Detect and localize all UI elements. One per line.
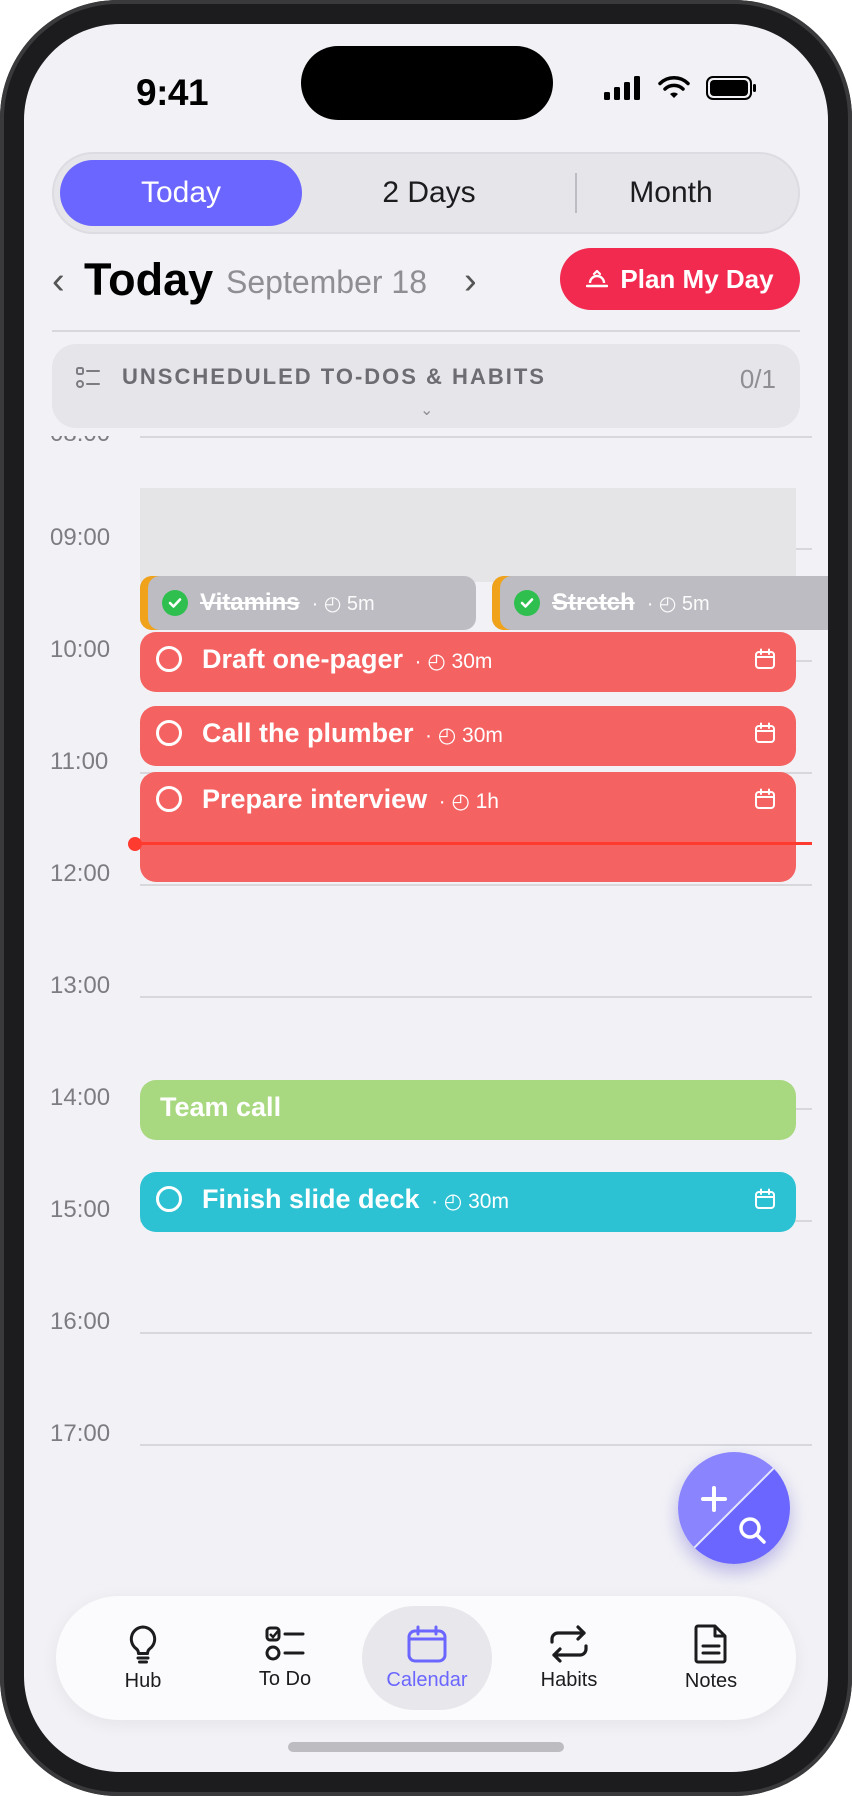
event-duration: · ◴ 30m bbox=[414, 650, 493, 673]
tab-hub[interactable]: Hub bbox=[78, 1606, 208, 1710]
status-icons bbox=[604, 76, 758, 100]
event-finish-slide-deck[interactable]: Finish slide deck · ◴ 30m bbox=[140, 1172, 796, 1232]
event-draft-one-pager[interactable]: Draft one-pager · ◴ 30m bbox=[140, 632, 796, 692]
battery-icon bbox=[706, 76, 756, 100]
bottom-tab-bar: Hub To Do Calendar Habits Notes bbox=[56, 1596, 796, 1720]
habit-name: Vitamins bbox=[200, 589, 300, 616]
next-day-button[interactable]: › bbox=[464, 260, 477, 303]
page-title: Today bbox=[84, 254, 214, 305]
repeat-icon bbox=[550, 1624, 588, 1663]
checklist-icon bbox=[265, 1626, 305, 1660]
plan-my-day-button[interactable]: Plan My Day bbox=[560, 248, 800, 310]
complete-circle-icon[interactable] bbox=[156, 720, 182, 746]
habit-name: Stretch bbox=[552, 589, 635, 616]
complete-circle-icon[interactable] bbox=[156, 786, 182, 812]
screen: 9:41 Today 2 Days Month ‹ Today Septembe… bbox=[24, 24, 828, 1772]
checklist-icon bbox=[76, 367, 100, 388]
hour-label: 16:00 bbox=[50, 1308, 111, 1335]
tab-hub-label: Hub bbox=[124, 1669, 162, 1692]
event-duration: · ◴ 30m bbox=[431, 1190, 509, 1213]
hour-row: 08:00 bbox=[24, 436, 828, 447]
hour-label: 15:00 bbox=[50, 1196, 111, 1223]
date-header: ‹ Today September 18 › Plan My Day bbox=[52, 248, 800, 314]
event-duration: · ◴ 30m bbox=[425, 724, 503, 747]
event-title: Finish slide deck bbox=[202, 1184, 420, 1214]
calendar-icon bbox=[755, 648, 775, 669]
habit-duration: · ◴ 5m bbox=[646, 592, 710, 615]
hour-label: 12:00 bbox=[50, 860, 111, 887]
tab-todo-label: To Do bbox=[258, 1667, 312, 1690]
tab-habits-label: Habits bbox=[540, 1668, 598, 1691]
wifi-icon bbox=[658, 76, 690, 98]
hour-label: 11:00 bbox=[50, 748, 109, 775]
event-duration: · ◴ 1h bbox=[438, 790, 499, 813]
event-title: Call the plumber bbox=[202, 718, 414, 748]
unscheduled-title: UNSCHEDULED TO-DOS & HABITS bbox=[122, 364, 546, 389]
habit-card-vitamins[interactable]: Vitamins · ◴ 5m bbox=[140, 576, 476, 630]
hour-row: 12:00 bbox=[24, 860, 828, 887]
calendar-icon bbox=[755, 1188, 775, 1209]
add-search-fab[interactable] bbox=[678, 1452, 790, 1564]
unscheduled-panel[interactable]: UNSCHEDULED TO-DOS & HABITS 0/1 ⌄ bbox=[52, 344, 800, 428]
hour-label: 13:00 bbox=[50, 972, 111, 999]
complete-circle-icon[interactable] bbox=[156, 1186, 182, 1212]
note-icon bbox=[694, 1624, 727, 1663]
check-icon[interactable] bbox=[514, 590, 540, 616]
expand-chevron-icon[interactable]: ⌄ bbox=[420, 400, 433, 420]
busy-block bbox=[140, 488, 796, 582]
calendar-icon bbox=[755, 722, 775, 743]
tab-todo[interactable]: To Do bbox=[220, 1606, 350, 1710]
tab-2-days[interactable]: 2 Days bbox=[306, 160, 552, 226]
dynamic-island bbox=[301, 46, 553, 120]
view-switcher: Today 2 Days Month bbox=[52, 152, 800, 234]
lightbulb-icon bbox=[129, 1625, 157, 1663]
tab-calendar-label: Calendar bbox=[386, 1668, 468, 1691]
event-prepare-interview[interactable]: Prepare interview · ◴ 1h bbox=[140, 772, 796, 882]
hour-row: 16:00 bbox=[24, 1308, 828, 1335]
hour-label: 09:00 bbox=[50, 524, 111, 551]
tab-habits[interactable]: Habits bbox=[504, 1606, 634, 1710]
tab-notes-label: Notes bbox=[684, 1669, 738, 1692]
event-title: Draft one-pager bbox=[202, 644, 404, 674]
hour-row: 13:00 bbox=[24, 972, 828, 999]
event-team-call[interactable]: Team call bbox=[140, 1080, 796, 1140]
unscheduled-count: 0/1 bbox=[739, 364, 776, 394]
event-call-the-plumber[interactable]: Call the plumber · ◴ 30m bbox=[140, 706, 796, 766]
hour-label: 08:00 bbox=[50, 436, 132, 448]
current-date: September 18 bbox=[226, 264, 428, 300]
sunrise-icon bbox=[586, 269, 609, 288]
calendar-icon bbox=[755, 788, 775, 809]
habit-duration: · ◴ 5m bbox=[311, 592, 375, 615]
tab-calendar[interactable]: Calendar bbox=[362, 1606, 492, 1710]
hour-label: 17:00 bbox=[50, 1420, 111, 1447]
home-indicator bbox=[288, 1742, 564, 1752]
prev-day-button[interactable]: ‹ bbox=[52, 260, 65, 303]
tab-today[interactable]: Today bbox=[60, 160, 302, 226]
tab-notes[interactable]: Notes bbox=[646, 1606, 776, 1710]
tab-month[interactable]: Month bbox=[550, 160, 792, 226]
current-time-line bbox=[140, 842, 812, 845]
event-title: Prepare interview bbox=[202, 784, 428, 814]
event-title: Team call bbox=[160, 1092, 282, 1122]
hour-label: 14:00 bbox=[50, 1084, 111, 1111]
check-icon[interactable] bbox=[162, 590, 188, 616]
header-divider bbox=[52, 330, 800, 332]
phone-frame: 9:41 Today 2 Days Month ‹ Today Septembe… bbox=[0, 0, 852, 1796]
habit-card-stretch[interactable]: Stretch · ◴ 5m bbox=[492, 576, 828, 630]
day-timeline[interactable]: 08:00 09:00 10:00 11:00 12:00 13:00 14:0… bbox=[24, 436, 828, 1566]
hour-label: 10:00 bbox=[50, 636, 111, 663]
current-time-dot bbox=[128, 837, 142, 851]
hour-row: 17:00 bbox=[24, 1420, 828, 1447]
plan-my-day-label: Plan My Day bbox=[620, 263, 774, 294]
complete-circle-icon[interactable] bbox=[156, 646, 182, 672]
calendar-icon bbox=[407, 1625, 447, 1662]
signal-icon bbox=[604, 76, 640, 100]
status-time: 9:41 bbox=[136, 72, 209, 113]
